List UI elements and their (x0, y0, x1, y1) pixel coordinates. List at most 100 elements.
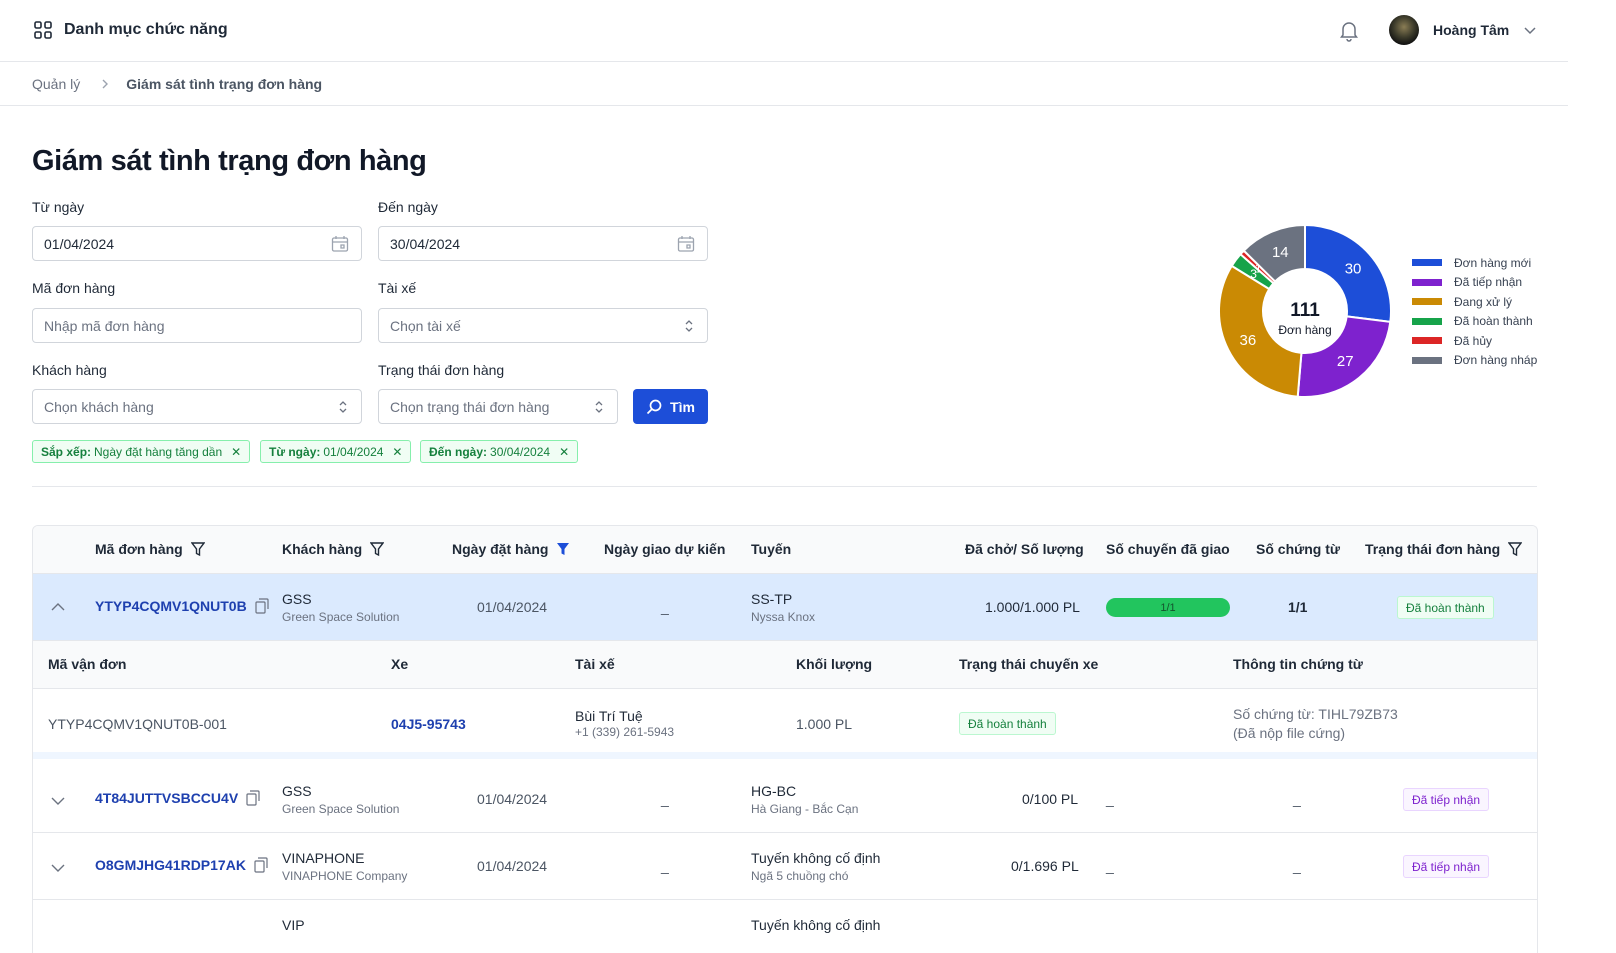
table-row[interactable]: 4T84JUTTVSBCCU4V GSS Green Space Solutio… (33, 766, 1537, 833)
chip-key: Đến ngày: (429, 444, 488, 459)
chevron-up-icon[interactable] (50, 601, 66, 613)
legend-label: Đơn hàng mới (1454, 255, 1532, 270)
driver-label: Tài xế (378, 280, 417, 296)
filter-active-icon[interactable] (556, 542, 570, 557)
copy-icon[interactable] (254, 857, 268, 873)
select-arrows-icon (685, 320, 693, 332)
qty: 1.000/1.000 PL (985, 599, 1080, 615)
order-code-text[interactable]: YTYP4CQMV1QNUT0B (95, 598, 247, 614)
chip-key: Sắp xếp: (41, 444, 92, 459)
eta: _ (661, 599, 669, 615)
filter-chip-to: Đến ngày: 30/04/2024 ✕ (420, 440, 579, 463)
chevron-down-icon[interactable] (50, 862, 66, 874)
trip-status-badge: Đã hoàn thành (959, 712, 1056, 735)
chart-legend: Đơn hàng mới Đã tiếp nhận Đang xử lý Đã hoà… (1412, 253, 1537, 370)
legend-item[interactable]: Đơn hàng mới (1412, 253, 1537, 273)
header-label: Tuyến (751, 541, 792, 557)
order-date: 01/04/2024 (477, 599, 548, 615)
donut-slice-label: 36 (1240, 332, 1257, 349)
eta: _ (661, 858, 669, 874)
legend-item[interactable]: Đã hủy (1412, 331, 1537, 351)
route-cell: SS-TP Nyssa Knox (751, 591, 815, 624)
order-status-donut-chart: 3027363114111Đơn hàng (1218, 223, 1392, 398)
calendar-icon[interactable] (331, 235, 349, 253)
divider (32, 486, 1537, 487)
status-badge: Đã hoàn thành (1397, 596, 1494, 619)
copy-icon[interactable] (246, 790, 260, 806)
header-order-date: Ngày đặt hàng (452, 541, 570, 557)
legend-label: Đã hoàn thành (1454, 314, 1533, 329)
chevron-right-icon (100, 76, 110, 92)
docs-count: 1/1 (1288, 599, 1308, 615)
search-button[interactable]: Tìm (633, 389, 708, 424)
order-code-placeholder: Nhập mã đơn hàng (44, 317, 165, 334)
search-icon (646, 399, 662, 414)
avatar (1389, 15, 1419, 45)
order-code-text[interactable]: 4T84JUTTVSBCCU4V (95, 790, 238, 806)
trips-progress-label: 1/1 (1160, 601, 1176, 614)
chevron-down-icon[interactable] (50, 795, 66, 807)
route-name: SS-TP (751, 591, 793, 607)
close-icon[interactable]: ✕ (392, 445, 402, 459)
legend-swatch (1412, 259, 1442, 267)
header-docs: Số chứng từ (1256, 541, 1340, 557)
customer-cell: VINAPHONE VINAPHONE Company (282, 850, 407, 883)
breadcrumb-parent[interactable]: Quản lý (32, 76, 80, 92)
filter-icon[interactable] (1508, 541, 1523, 557)
table-row[interactable]: VIP Tuyến không cố định (33, 900, 1537, 953)
filter-icon[interactable] (370, 541, 385, 557)
calendar-icon[interactable] (677, 235, 695, 253)
breadcrumb: Quản lý Giám sát tình trạng đơn hàng (0, 62, 1568, 106)
from-date-value: 01/04/2024 (44, 235, 115, 252)
order-code[interactable]: O8GMJHG41RDP17AK (95, 857, 268, 873)
copy-icon[interactable] (255, 598, 269, 614)
user-menu[interactable]: Hoàng Tâm (1389, 15, 1537, 45)
donut-center-label: Đơn hàng (1278, 323, 1331, 337)
search-button-label: Tìm (670, 398, 695, 415)
bell-icon[interactable] (1339, 20, 1359, 47)
user-name: Hoàng Tâm (1433, 22, 1510, 38)
detail-row: YTYP4CQMV1QNUT0B-001 04J5-95743 Bùi Trí … (33, 689, 1537, 759)
header-label: Ngày giao dự kiến (604, 541, 726, 557)
legend-item[interactable]: Đơn hàng nháp (1412, 351, 1537, 371)
vehicle-link[interactable]: 04J5-95743 (391, 716, 466, 732)
close-icon[interactable]: ✕ (559, 445, 569, 459)
legend-swatch (1412, 317, 1442, 325)
chevron-down-icon (1524, 27, 1536, 35)
trips-progress-bar: 1/1 (1106, 598, 1230, 617)
order-code[interactable]: 4T84JUTTVSBCCU4V (95, 790, 260, 806)
detail-header-weight: Khối lượng (796, 656, 873, 672)
select-arrows-icon (339, 401, 347, 413)
donut-slice-label: 14 (1272, 244, 1289, 261)
order-date: 01/04/2024 (477, 858, 548, 874)
legend-label: Đã tiếp nhận (1454, 275, 1523, 290)
order-code-text[interactable]: O8GMJHG41RDP17AK (95, 857, 246, 873)
select-arrows-icon (595, 401, 603, 413)
from-date-input[interactable]: 01/04/2024 (32, 226, 362, 261)
filter-icon[interactable] (190, 541, 205, 557)
close-icon[interactable]: ✕ (231, 445, 241, 459)
order-code[interactable]: YTYP4CQMV1QNUT0B (95, 598, 269, 614)
customer-cell: GSS Green Space Solution (282, 783, 399, 816)
function-menu-button[interactable]: Danh mục chức năng (33, 20, 228, 40)
legend-label: Đang xử lý (1454, 294, 1513, 309)
status-placeholder: Chọn trạng thái đơn hàng (390, 398, 550, 415)
donut-slice-label: 27 (1337, 353, 1354, 370)
legend-swatch (1412, 298, 1442, 306)
legend-swatch (1412, 337, 1442, 345)
table-row[interactable]: O8GMJHG41RDP17AK VINAPHONE VINAPHONE Com… (33, 833, 1537, 900)
order-code-input[interactable]: Nhập mã đơn hàng (32, 308, 362, 343)
header-trips: Số chuyến đã giao (1106, 541, 1230, 557)
customer-name: VIP (282, 917, 305, 933)
legend-item[interactable]: Đã tiếp nhận (1412, 273, 1537, 293)
legend-item[interactable]: Đang xử lý (1412, 292, 1537, 312)
driver-cell: Bùi Trí Tuệ +1 (339) 261-5943 (575, 708, 674, 739)
customer-select[interactable]: Chọn khách hàng (32, 389, 362, 424)
driver-select[interactable]: Chọn tài xế (378, 308, 708, 343)
legend-item[interactable]: Đã hoàn thành (1412, 312, 1537, 332)
detail-header-vehicle: Xe (391, 656, 409, 672)
table-row[interactable]: YTYP4CQMV1QNUT0B GSS Green Space Solutio… (33, 574, 1537, 641)
status-select[interactable]: Chọn trạng thái đơn hàng (378, 389, 618, 424)
to-date-input[interactable]: 30/04/2024 (378, 226, 708, 261)
customer-label: Khách hàng (32, 362, 107, 378)
